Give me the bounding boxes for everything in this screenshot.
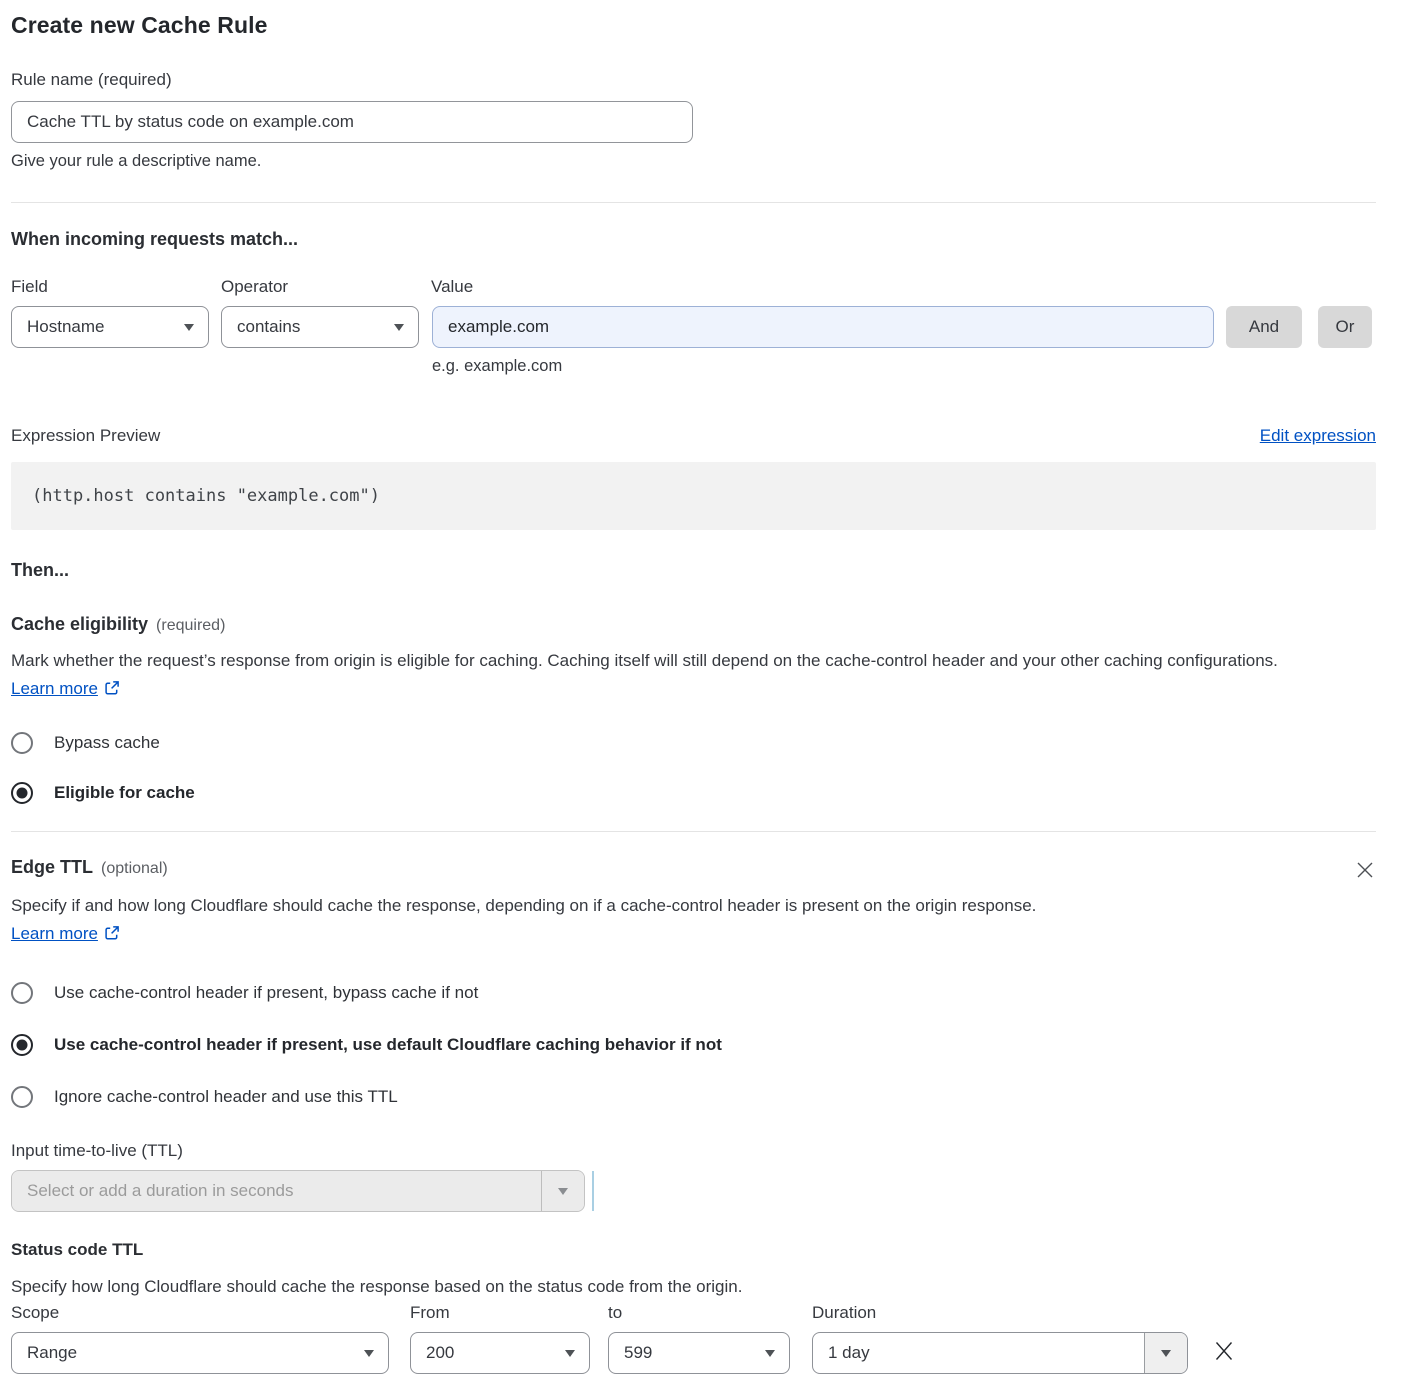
from-select[interactable]: 200 [410,1332,590,1374]
scope-label: Scope [11,1303,410,1323]
radio-label: Eligible for cache [54,783,195,803]
text-cursor [592,1171,594,1211]
field-select-value: Hostname [27,317,104,337]
operator-select-value: contains [237,317,300,337]
radio-icon[interactable] [11,982,33,1004]
expression-preview-row: Expression Preview Edit expression [11,426,1376,446]
match-heading: When incoming requests match... [11,229,1376,250]
chevron-down-icon [1161,1350,1171,1357]
expression-preview-label: Expression Preview [11,426,160,446]
field-select[interactable]: Hostname [11,306,209,348]
rule-name-label: Rule name (required) [11,70,1376,90]
duration-value: 1 day [828,1343,870,1363]
expression-code-block: (http.host contains "example.com") [11,462,1376,530]
edge-ttl-title: Edge TTL [11,857,93,877]
radio-label: Bypass cache [54,733,160,753]
radio-eligible-for-cache[interactable]: Eligible for cache [11,782,1376,804]
optional-badge: (optional) [101,860,168,877]
from-label: From [410,1303,608,1323]
radio-cc-default[interactable]: Use cache-control header if present, use… [11,1034,1376,1056]
edge-ttl-heading: Edge TTL (optional) [11,857,168,878]
divider [11,202,1376,203]
ttl-input-label: Input time-to-live (TTL) [11,1141,1376,1161]
edit-expression-link[interactable]: Edit expression [1260,426,1376,446]
status-controls-row: Range 200 599 1 day [11,1332,1376,1374]
external-link-icon [104,677,120,705]
chevron-down-icon [765,1350,775,1357]
or-button[interactable]: Or [1318,306,1372,348]
status-code-ttl-heading: Status code TTL [11,1240,1376,1260]
ttl-duration-dropdown-button[interactable] [541,1171,584,1211]
required-badge: (required) [156,617,225,634]
value-label: Value [431,277,473,297]
radio-bypass-cache[interactable]: Bypass cache [11,732,1376,754]
match-labels-row: Field Operator Value [11,277,1376,297]
radio-cc-bypass[interactable]: Use cache-control header if present, byp… [11,982,1376,1004]
operator-label: Operator [221,277,431,297]
then-heading: Then... [11,560,1376,581]
scope-select-value: Range [27,1343,77,1363]
duration-dropdown-button[interactable] [1144,1333,1187,1373]
duration-label: Duration [812,1303,876,1323]
to-select-value: 599 [624,1343,652,1363]
learn-more-link[interactable]: Learn more [11,924,98,943]
status-labels-row: Scope From to Duration [11,1303,1376,1323]
cache-eligibility-description: Mark whether the request’s response from… [11,647,1356,705]
edge-ttl-description-text: Specify if and how long Cloudflare shoul… [11,896,1036,915]
close-icon[interactable] [1356,861,1374,884]
field-label: Field [11,277,221,297]
page-title: Create new Cache Rule [11,12,1376,39]
match-controls-row: Hostname contains And Or [11,306,1376,348]
chevron-down-icon [565,1350,575,1357]
chevron-down-icon [394,324,404,331]
chevron-down-icon [364,1350,374,1357]
remove-row-icon[interactable] [1212,1339,1236,1368]
radio-icon[interactable] [11,782,33,804]
scope-select[interactable]: Range [11,1332,389,1374]
radio-label: Use cache-control header if present, byp… [54,983,478,1003]
expression-code: (http.host contains "example.com") [32,486,380,506]
divider [11,831,1376,832]
edge-ttl-description: Specify if and how long Cloudflare shoul… [11,892,1116,950]
to-label: to [608,1303,812,1323]
rule-name-helper: Give your rule a descriptive name. [11,152,1376,171]
radio-icon[interactable] [11,1086,33,1108]
operator-select[interactable]: contains [221,306,419,348]
learn-more-link[interactable]: Learn more [11,679,98,698]
radio-label: Ignore cache-control header and use this… [54,1087,398,1107]
chevron-down-icon [558,1188,568,1195]
status-code-ttl-description: Specify how long Cloudflare should cache… [11,1273,1376,1301]
ttl-duration-input[interactable] [27,1181,526,1201]
radio-icon[interactable] [11,732,33,754]
ttl-duration-field[interactable] [12,1171,541,1211]
to-select[interactable]: 599 [608,1332,790,1374]
chevron-down-icon [184,324,194,331]
duration-field[interactable]: 1 day [813,1333,1144,1373]
value-input[interactable] [432,306,1214,348]
cache-eligibility-title: Cache eligibility [11,614,148,634]
cache-eligibility-heading: Cache eligibility (required) [11,614,1376,635]
ttl-duration-combobox[interactable] [11,1170,585,1212]
and-button[interactable]: And [1226,306,1302,348]
radio-cc-ignore[interactable]: Ignore cache-control header and use this… [11,1086,1376,1108]
external-link-icon [104,922,120,950]
value-helper: e.g. example.com [432,357,1376,376]
radio-label: Use cache-control header if present, use… [54,1035,722,1055]
rule-name-input[interactable] [11,101,693,143]
from-select-value: 200 [426,1343,454,1363]
cache-eligibility-description-text: Mark whether the request’s response from… [11,651,1278,670]
radio-icon[interactable] [11,1034,33,1056]
duration-combobox[interactable]: 1 day [812,1332,1188,1374]
